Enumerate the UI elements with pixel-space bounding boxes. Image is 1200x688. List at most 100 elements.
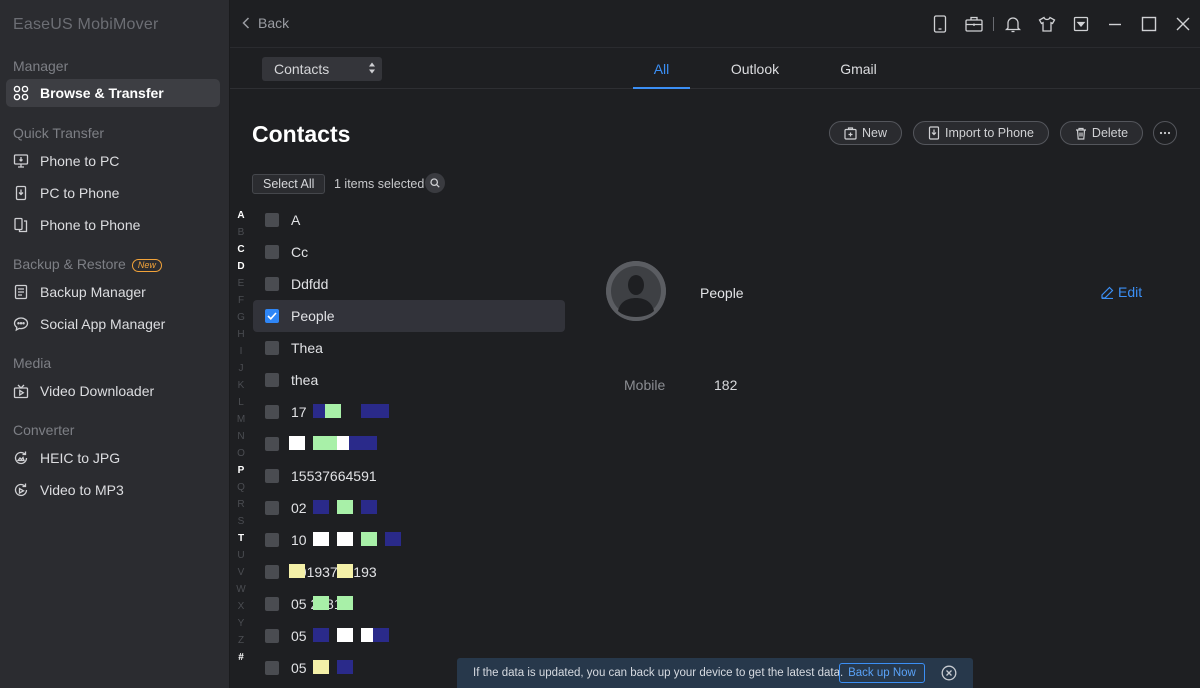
alphabet-letter[interactable]: T <box>234 533 248 550</box>
delete-button[interactable]: Delete <box>1060 121 1143 145</box>
contact-row[interactable]: 15537664591 <box>253 460 565 492</box>
alphabet-letter[interactable]: Z <box>234 635 248 652</box>
alphabet-letter[interactable]: Y <box>234 618 248 635</box>
device-icon[interactable] <box>923 12 957 36</box>
alphabet-letter[interactable]: V <box>234 567 248 584</box>
nav-video-to-mp3[interactable]: Video to MP3 <box>6 476 220 504</box>
alphabet-letter[interactable]: E <box>234 278 248 295</box>
redaction-mark <box>337 500 353 514</box>
contact-checkbox[interactable] <box>265 309 279 323</box>
alphabet-letter[interactable]: G <box>234 312 248 329</box>
contact-row[interactable]: 10 <box>253 524 565 556</box>
person-silhouette-icon <box>606 261 666 321</box>
tab-outlook[interactable]: Outlook <box>690 49 820 89</box>
alphabet-letter[interactable]: R <box>234 499 248 516</box>
contact-checkbox[interactable] <box>265 405 279 419</box>
contact-row[interactable]: Thea <box>253 332 565 364</box>
nav-phone-to-phone[interactable]: Phone to Phone <box>6 211 220 239</box>
import-to-phone-button[interactable]: Import to Phone <box>913 121 1049 145</box>
maximize-icon[interactable] <box>1132 12 1166 36</box>
alphabet-letter[interactable]: C <box>234 244 248 261</box>
edit-button[interactable]: Edit <box>1101 284 1142 300</box>
contact-checkbox[interactable] <box>265 501 279 515</box>
dropdown-menu-icon[interactable] <box>1064 12 1098 36</box>
contact-row[interactable]: 02 <box>253 492 565 524</box>
contact-checkbox[interactable] <box>265 533 279 547</box>
window-controls <box>923 12 1200 36</box>
alphabet-letter[interactable]: F <box>234 295 248 312</box>
contact-row[interactable]: 05 <box>253 620 565 652</box>
section-label: Backup & Restore <box>13 256 126 272</box>
alphabet-letter[interactable]: S <box>234 516 248 533</box>
close-circle-icon[interactable] <box>941 665 957 681</box>
nav-video-downloader[interactable]: Video Downloader <box>6 377 220 405</box>
contact-checkbox[interactable] <box>265 597 279 611</box>
redaction-mark <box>337 532 353 546</box>
back-up-now-button[interactable]: Back up Now <box>839 663 925 683</box>
title-bar: Back <box>230 0 1200 48</box>
contact-checkbox[interactable] <box>265 437 279 451</box>
contact-row[interactable] <box>253 428 565 460</box>
nav-backup-manager[interactable]: Backup Manager <box>6 278 220 306</box>
alphabet-letter[interactable]: W <box>234 584 248 601</box>
contact-row[interactable]: 10193746193 <box>253 556 565 588</box>
nav-label: Video to MP3 <box>40 482 124 498</box>
contact-checkbox[interactable] <box>265 661 279 675</box>
contact-row[interactable]: 05 21818 <box>253 588 565 620</box>
select-all-button[interactable]: Select All <box>252 174 326 194</box>
alphabet-letter[interactable]: M <box>234 414 248 431</box>
nav-label: Phone to PC <box>40 153 120 169</box>
alphabet-letter[interactable]: O <box>234 448 248 465</box>
contact-checkbox[interactable] <box>265 277 279 291</box>
back-button[interactable]: Back <box>242 15 289 31</box>
alphabet-letter[interactable]: # <box>234 652 248 669</box>
more-button[interactable] <box>1153 121 1177 145</box>
contact-checkbox[interactable] <box>265 469 279 483</box>
alphabet-letter[interactable]: J <box>234 363 248 380</box>
contact-row[interactable]: People <box>253 300 565 332</box>
alphabet-letter[interactable]: P <box>234 465 248 482</box>
contact-checkbox[interactable] <box>265 341 279 355</box>
search-button[interactable] <box>425 173 445 193</box>
alphabet-letter[interactable]: U <box>234 550 248 567</box>
alphabet-letter[interactable]: A <box>234 210 248 227</box>
alphabet-letter[interactable]: N <box>234 431 248 448</box>
contact-row[interactable]: 17 <box>253 396 565 428</box>
category-select[interactable]: Contacts <box>262 57 382 81</box>
contact-row[interactable]: Ddfdd <box>253 268 565 300</box>
alphabet-letter[interactable]: H <box>234 329 248 346</box>
tab-all[interactable]: All <box>633 49 690 89</box>
contact-row[interactable]: A <box>253 204 565 236</box>
alphabet-letter[interactable]: K <box>234 380 248 397</box>
contact-checkbox[interactable] <box>265 629 279 643</box>
nav-browse-transfer[interactable]: Browse & Transfer <box>6 79 220 107</box>
alphabet-letter[interactable]: Q <box>234 482 248 499</box>
alphabet-letter[interactable]: B <box>234 227 248 244</box>
contact-checkbox[interactable] <box>265 373 279 387</box>
contact-row[interactable]: thea <box>253 364 565 396</box>
contact-name: People <box>291 308 335 324</box>
close-icon[interactable] <box>1166 12 1200 36</box>
contact-row[interactable]: Cc <box>253 236 565 268</box>
alphabet-letter[interactable]: X <box>234 601 248 618</box>
contact-checkbox[interactable] <box>265 565 279 579</box>
minimize-icon[interactable] <box>1098 12 1132 36</box>
alphabet-letter[interactable]: I <box>234 346 248 363</box>
bell-icon[interactable] <box>996 12 1030 36</box>
search-icon <box>430 178 440 188</box>
alphabet-letter[interactable]: D <box>234 261 248 278</box>
tshirt-icon[interactable] <box>1030 12 1064 36</box>
nav-pc-to-phone[interactable]: PC to Phone <box>6 179 220 207</box>
tab-gmail[interactable]: Gmail <box>820 49 897 89</box>
delete-label: Delete <box>1091 126 1129 140</box>
nav-social-app-manager[interactable]: Social App Manager <box>6 310 220 338</box>
video-download-icon <box>12 382 30 400</box>
nav-phone-to-pc[interactable]: Phone to PC <box>6 147 220 175</box>
nav-heic-to-jpg[interactable]: HEIC to JPG <box>6 444 220 472</box>
contact-checkbox[interactable] <box>265 213 279 227</box>
alphabet-letter[interactable]: L <box>234 397 248 414</box>
toolbox-icon[interactable] <box>957 12 991 36</box>
toolbar-divider <box>993 17 994 31</box>
new-button[interactable]: New <box>829 121 902 145</box>
contact-checkbox[interactable] <box>265 245 279 259</box>
